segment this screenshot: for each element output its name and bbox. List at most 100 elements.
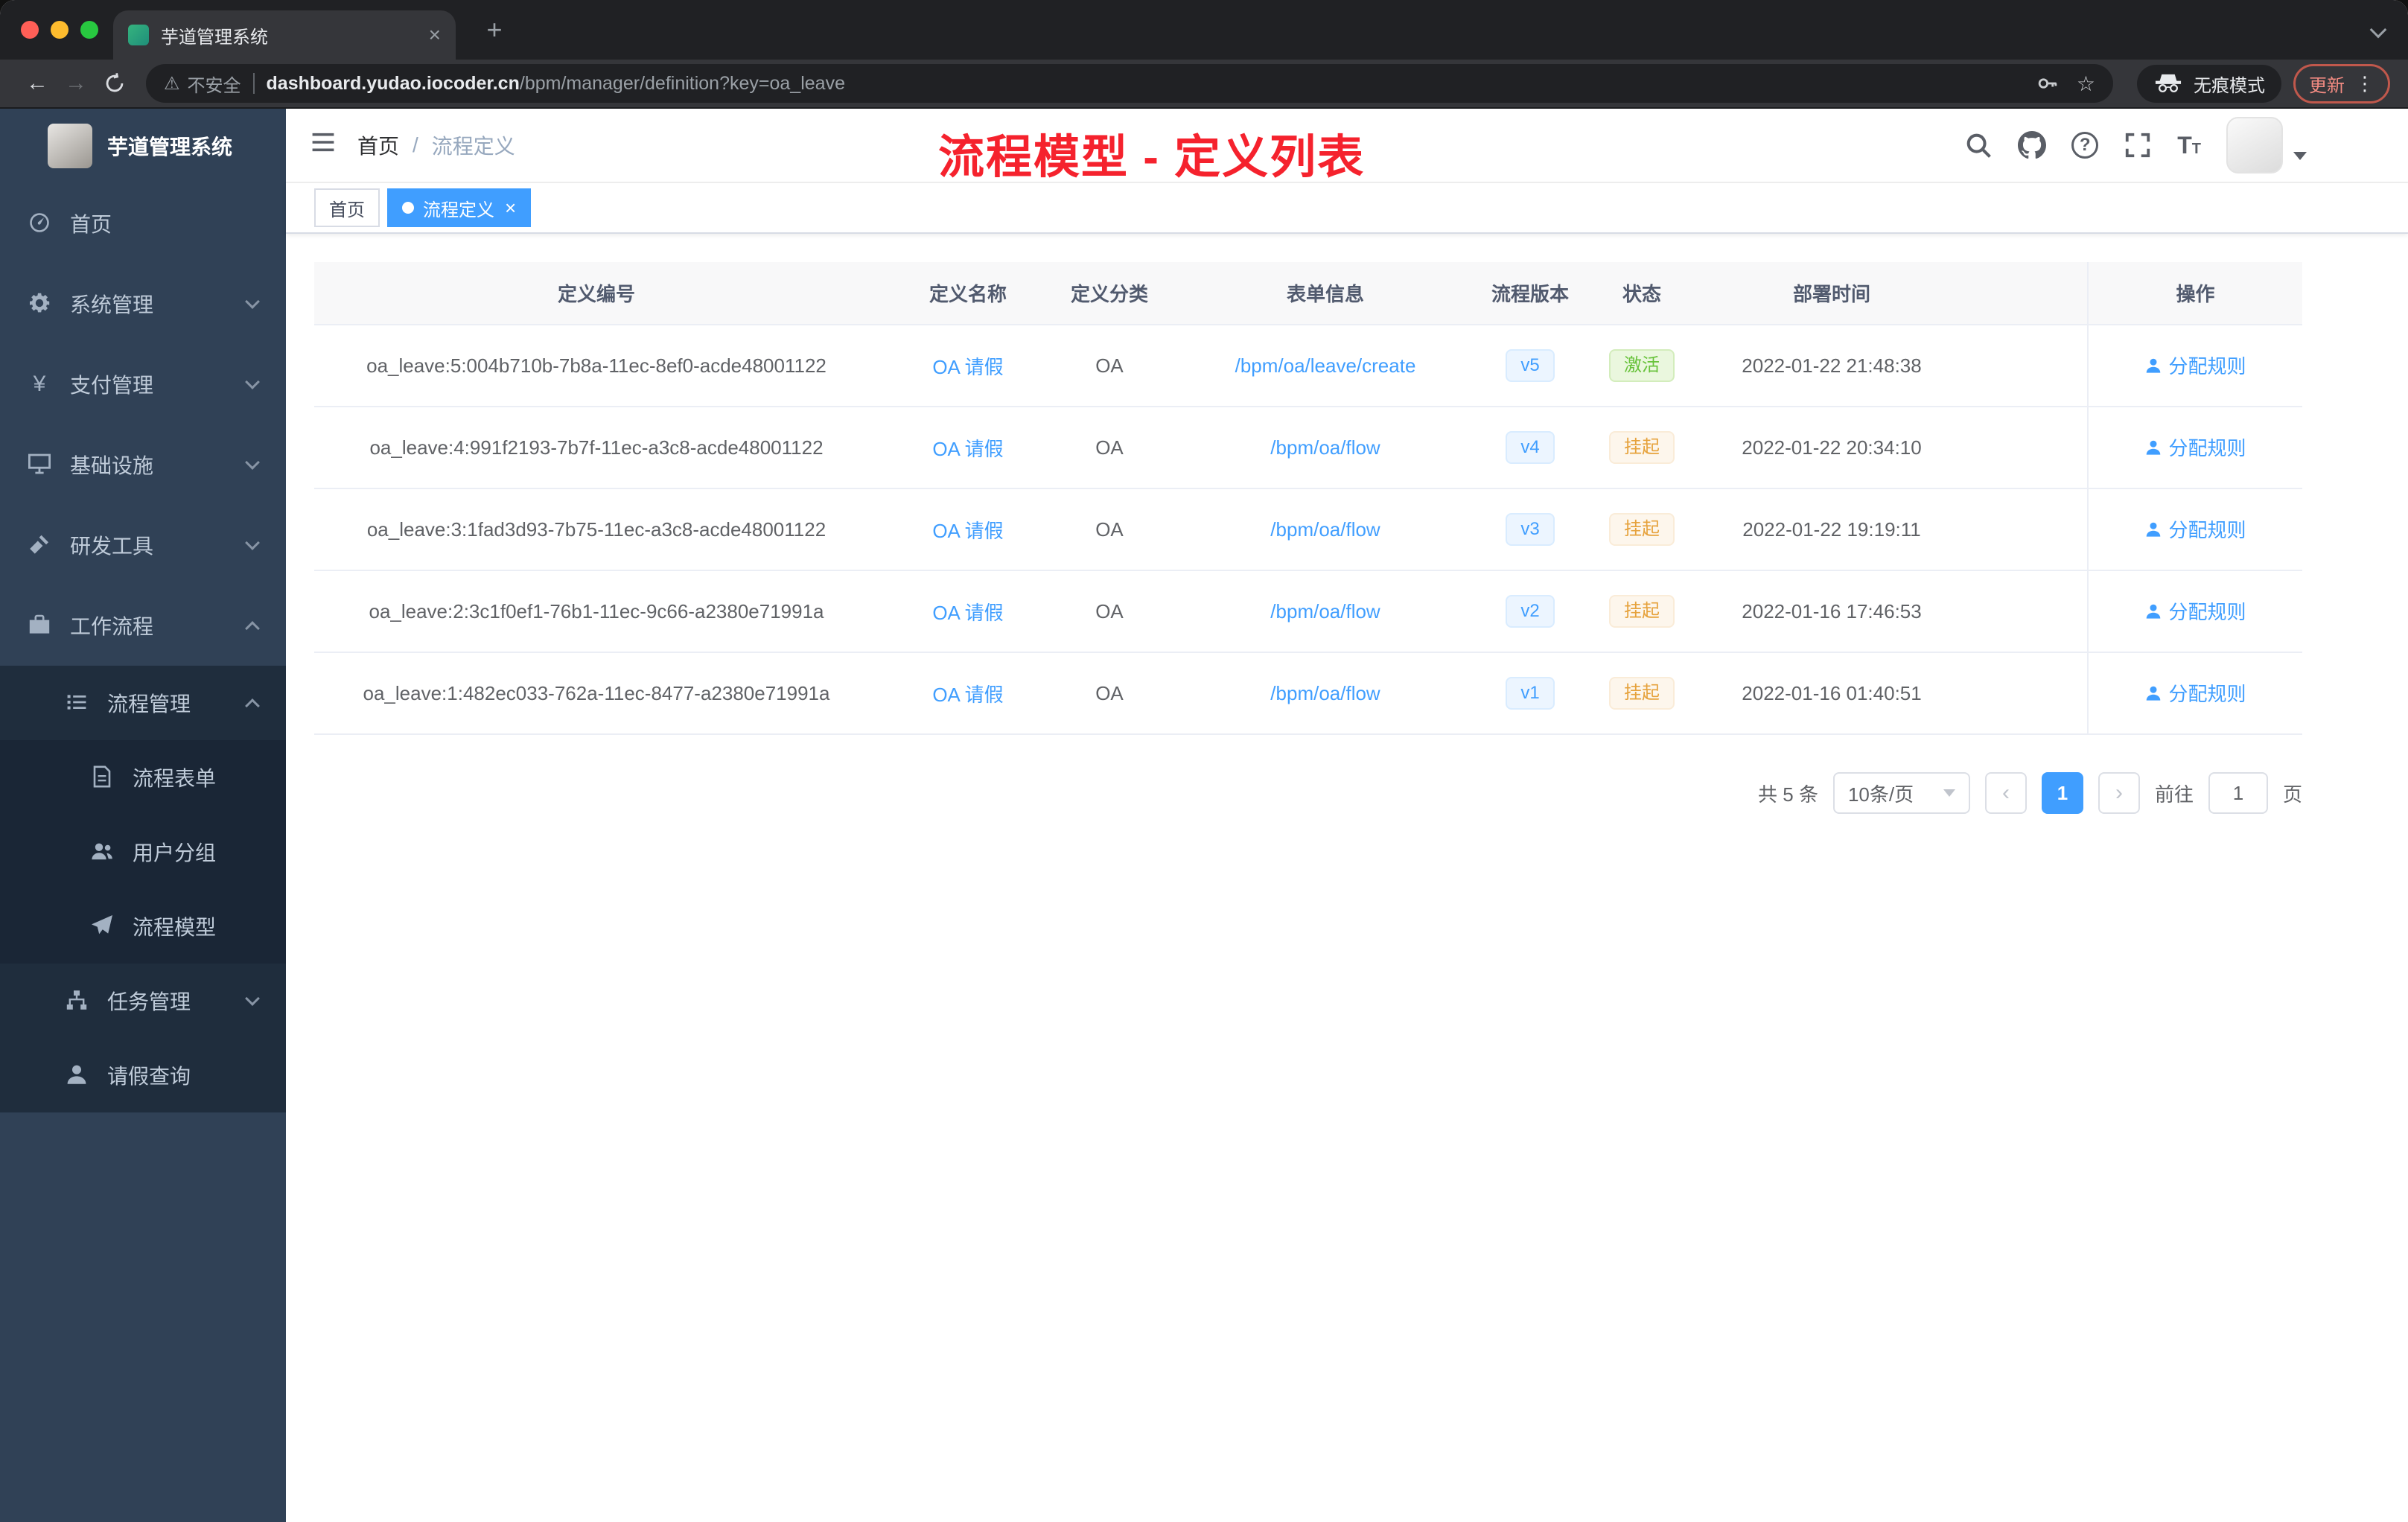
table-row: oa_leave:4:991f2193-7b7f-11ec-a3c8-acde4…: [314, 407, 2302, 489]
spacer-cell: [1951, 652, 2088, 735]
browser-update-button[interactable]: 更新 ⋮: [2293, 63, 2390, 104]
app-title: 芋道管理系统: [107, 136, 233, 159]
browser-tab[interactable]: 芋道管理系统 ×: [113, 10, 456, 60]
page-size-select[interactable]: 10条/页: [1832, 772, 1970, 814]
incognito-label: 无痕模式: [2194, 75, 2265, 96]
url-domain: dashboard.yudao.iocoder.cn: [266, 72, 520, 94]
assign-rule-button[interactable]: 分配规则: [2144, 597, 2246, 625]
sidebar-logo[interactable]: 芋道管理系统: [0, 109, 286, 183]
definition-name-link[interactable]: OA 请假: [932, 438, 1003, 460]
assign-rule-button[interactable]: 分配规则: [2144, 679, 2246, 707]
status-badge: 挂起: [1609, 513, 1675, 546]
active-tag-dot: [402, 202, 414, 214]
deploy-time: 2022-01-16 01:40:51: [1713, 652, 1951, 735]
version-badge: v1: [1506, 677, 1555, 710]
definition-name-link[interactable]: OA 请假: [932, 520, 1003, 542]
tag-process-definition[interactable]: 流程定义 ×: [387, 188, 532, 227]
form-info-link[interactable]: /bpm/oa/flow: [1270, 600, 1380, 623]
prev-page-button[interactable]: ‹: [1984, 772, 2027, 814]
fullscreen-icon[interactable]: [2124, 131, 2152, 159]
sidebar-item-process-management[interactable]: 流程管理: [0, 666, 286, 740]
sidebar-item-devtools[interactable]: 研发工具: [0, 505, 286, 585]
sidebar-submenu-workflow: 流程管理 流程表单 用户分组 流程模型 任务管理 请假查询: [0, 666, 286, 1112]
font-size-icon[interactable]: TT: [2177, 133, 2201, 157]
definition-category: OA: [1057, 325, 1162, 407]
breadcrumb: 首页 / 流程定义: [357, 130, 515, 160]
sidebar-item-process-model[interactable]: 流程模型: [0, 889, 286, 964]
definition-name-link[interactable]: OA 请假: [932, 356, 1003, 378]
send-icon: [89, 914, 115, 939]
browser-window: 芋道管理系统 × + ← → ⚠ 不安全 dashboard.yudao.ioc…: [0, 0, 2408, 1522]
forward-button[interactable]: →: [57, 71, 95, 96]
assign-rule-button[interactable]: 分配规则: [2144, 433, 2246, 461]
version-badge: v4: [1506, 431, 1555, 464]
assign-rule-button[interactable]: 分配规则: [2144, 515, 2246, 543]
page-unit-label: 页: [2282, 783, 2302, 806]
pagination: 共 5 条 10条/页 ‹ 1 › 前往 页: [314, 772, 2302, 814]
definition-name-link[interactable]: OA 请假: [932, 602, 1003, 624]
tab-favicon: [128, 25, 149, 45]
sidebar-item-process-form[interactable]: 流程表单: [0, 740, 286, 815]
minimize-window-button[interactable]: [51, 21, 69, 39]
security-label[interactable]: 不安全: [188, 71, 241, 97]
warning-icon: ⚠: [164, 73, 180, 94]
definition-table: 定义编号 定义名称 定义分类 表单信息 流程版本 状态 部署时间 操作 oa_l…: [314, 262, 2302, 735]
status-badge: 挂起: [1609, 595, 1675, 628]
sidebar-item-leave-query[interactable]: 请假查询: [0, 1038, 286, 1112]
close-window-button[interactable]: [21, 21, 39, 39]
user-menu[interactable]: [2226, 117, 2307, 173]
sidebar-item-system[interactable]: 系统管理: [0, 264, 286, 344]
sidebar-item-workflow[interactable]: 工作流程: [0, 585, 286, 666]
assign-rule-button[interactable]: 分配规则: [2144, 351, 2246, 379]
browser-menu-icon[interactable]: ⋮: [2355, 72, 2374, 95]
form-info-link[interactable]: /bpm/oa/flow: [1270, 436, 1380, 459]
sidebar-item-infrastructure[interactable]: 基础设施: [0, 424, 286, 505]
page-title-annotation: 流程模型 - 定义列表: [938, 132, 1366, 183]
definition-id: oa_leave:2:3c1f0ef1-76b1-11ec-9c66-a2380…: [314, 570, 879, 653]
incognito-badge: 无痕模式: [2137, 64, 2281, 103]
goto-page-input[interactable]: [2208, 772, 2268, 814]
reload-button[interactable]: [95, 71, 134, 96]
table-row: oa_leave:2:3c1f0ef1-76b1-11ec-9c66-a2380…: [314, 570, 2302, 653]
version-badge: v3: [1506, 513, 1555, 546]
search-icon[interactable]: [1964, 131, 1993, 159]
status-badge: 挂起: [1609, 677, 1675, 710]
sidebar-item-home[interactable]: 首页: [0, 183, 286, 264]
definition-name-link[interactable]: OA 请假: [932, 684, 1003, 706]
definition-table-card: 定义编号 定义名称 定义分类 表单信息 流程版本 状态 部署时间 操作 oa_l…: [314, 262, 2302, 814]
top-navbar: 首页 / 流程定义 流程模型 - 定义列表 ? TT: [286, 109, 2408, 183]
bookmark-star-icon[interactable]: ☆: [2077, 71, 2095, 96]
page-content: 定义编号 定义名称 定义分类 表单信息 流程版本 状态 部署时间 操作 oa_l…: [286, 234, 2408, 1522]
incognito-icon: [2153, 74, 2183, 93]
page-1-button[interactable]: 1: [2041, 772, 2083, 814]
status-badge: 激活: [1609, 349, 1675, 382]
avatar[interactable]: [2226, 117, 2283, 173]
github-icon[interactable]: [2018, 131, 2046, 159]
tag-close-icon[interactable]: ×: [505, 198, 516, 217]
form-info-link[interactable]: /bpm/oa/leave/create: [1235, 354, 1416, 377]
address-bar[interactable]: ⚠ 不安全 dashboard.yudao.iocoder.cn /bpm/ma…: [146, 64, 2113, 103]
form-info-link[interactable]: /bpm/oa/flow: [1270, 682, 1380, 704]
tag-home[interactable]: 首页: [314, 188, 380, 227]
tab-close-icon[interactable]: ×: [429, 25, 441, 45]
sidebar-item-payment[interactable]: ¥ 支付管理: [0, 344, 286, 424]
table-header-row: 定义编号 定义名称 定义分类 表单信息 流程版本 状态 部署时间 操作: [314, 262, 2302, 325]
sidebar-item-task-management[interactable]: 任务管理: [0, 964, 286, 1038]
new-tab-button[interactable]: +: [477, 13, 512, 49]
back-button[interactable]: ←: [18, 71, 57, 96]
tab-search-chevron-icon[interactable]: [2369, 21, 2387, 39]
form-info-link[interactable]: /bpm/oa/flow: [1270, 518, 1380, 541]
password-key-icon[interactable]: [2036, 72, 2059, 95]
definition-id: oa_leave:5:004b710b-7b8a-11ec-8ef0-acde4…: [314, 325, 879, 407]
next-page-button[interactable]: ›: [2098, 772, 2140, 814]
help-icon[interactable]: ?: [2071, 132, 2099, 159]
chevron-down-icon: [245, 375, 260, 389]
col-actions: 操作: [2087, 262, 2302, 325]
macos-traffic-lights: [21, 21, 98, 39]
gear-icon: [27, 291, 52, 316]
breadcrumb-home[interactable]: 首页: [357, 130, 399, 160]
zoom-window-button[interactable]: [80, 21, 98, 39]
browser-tab-strip: 芋道管理系统 × +: [0, 0, 2408, 60]
sidebar-toggle-icon[interactable]: [286, 129, 357, 162]
sidebar-item-user-group[interactable]: 用户分组: [0, 815, 286, 889]
